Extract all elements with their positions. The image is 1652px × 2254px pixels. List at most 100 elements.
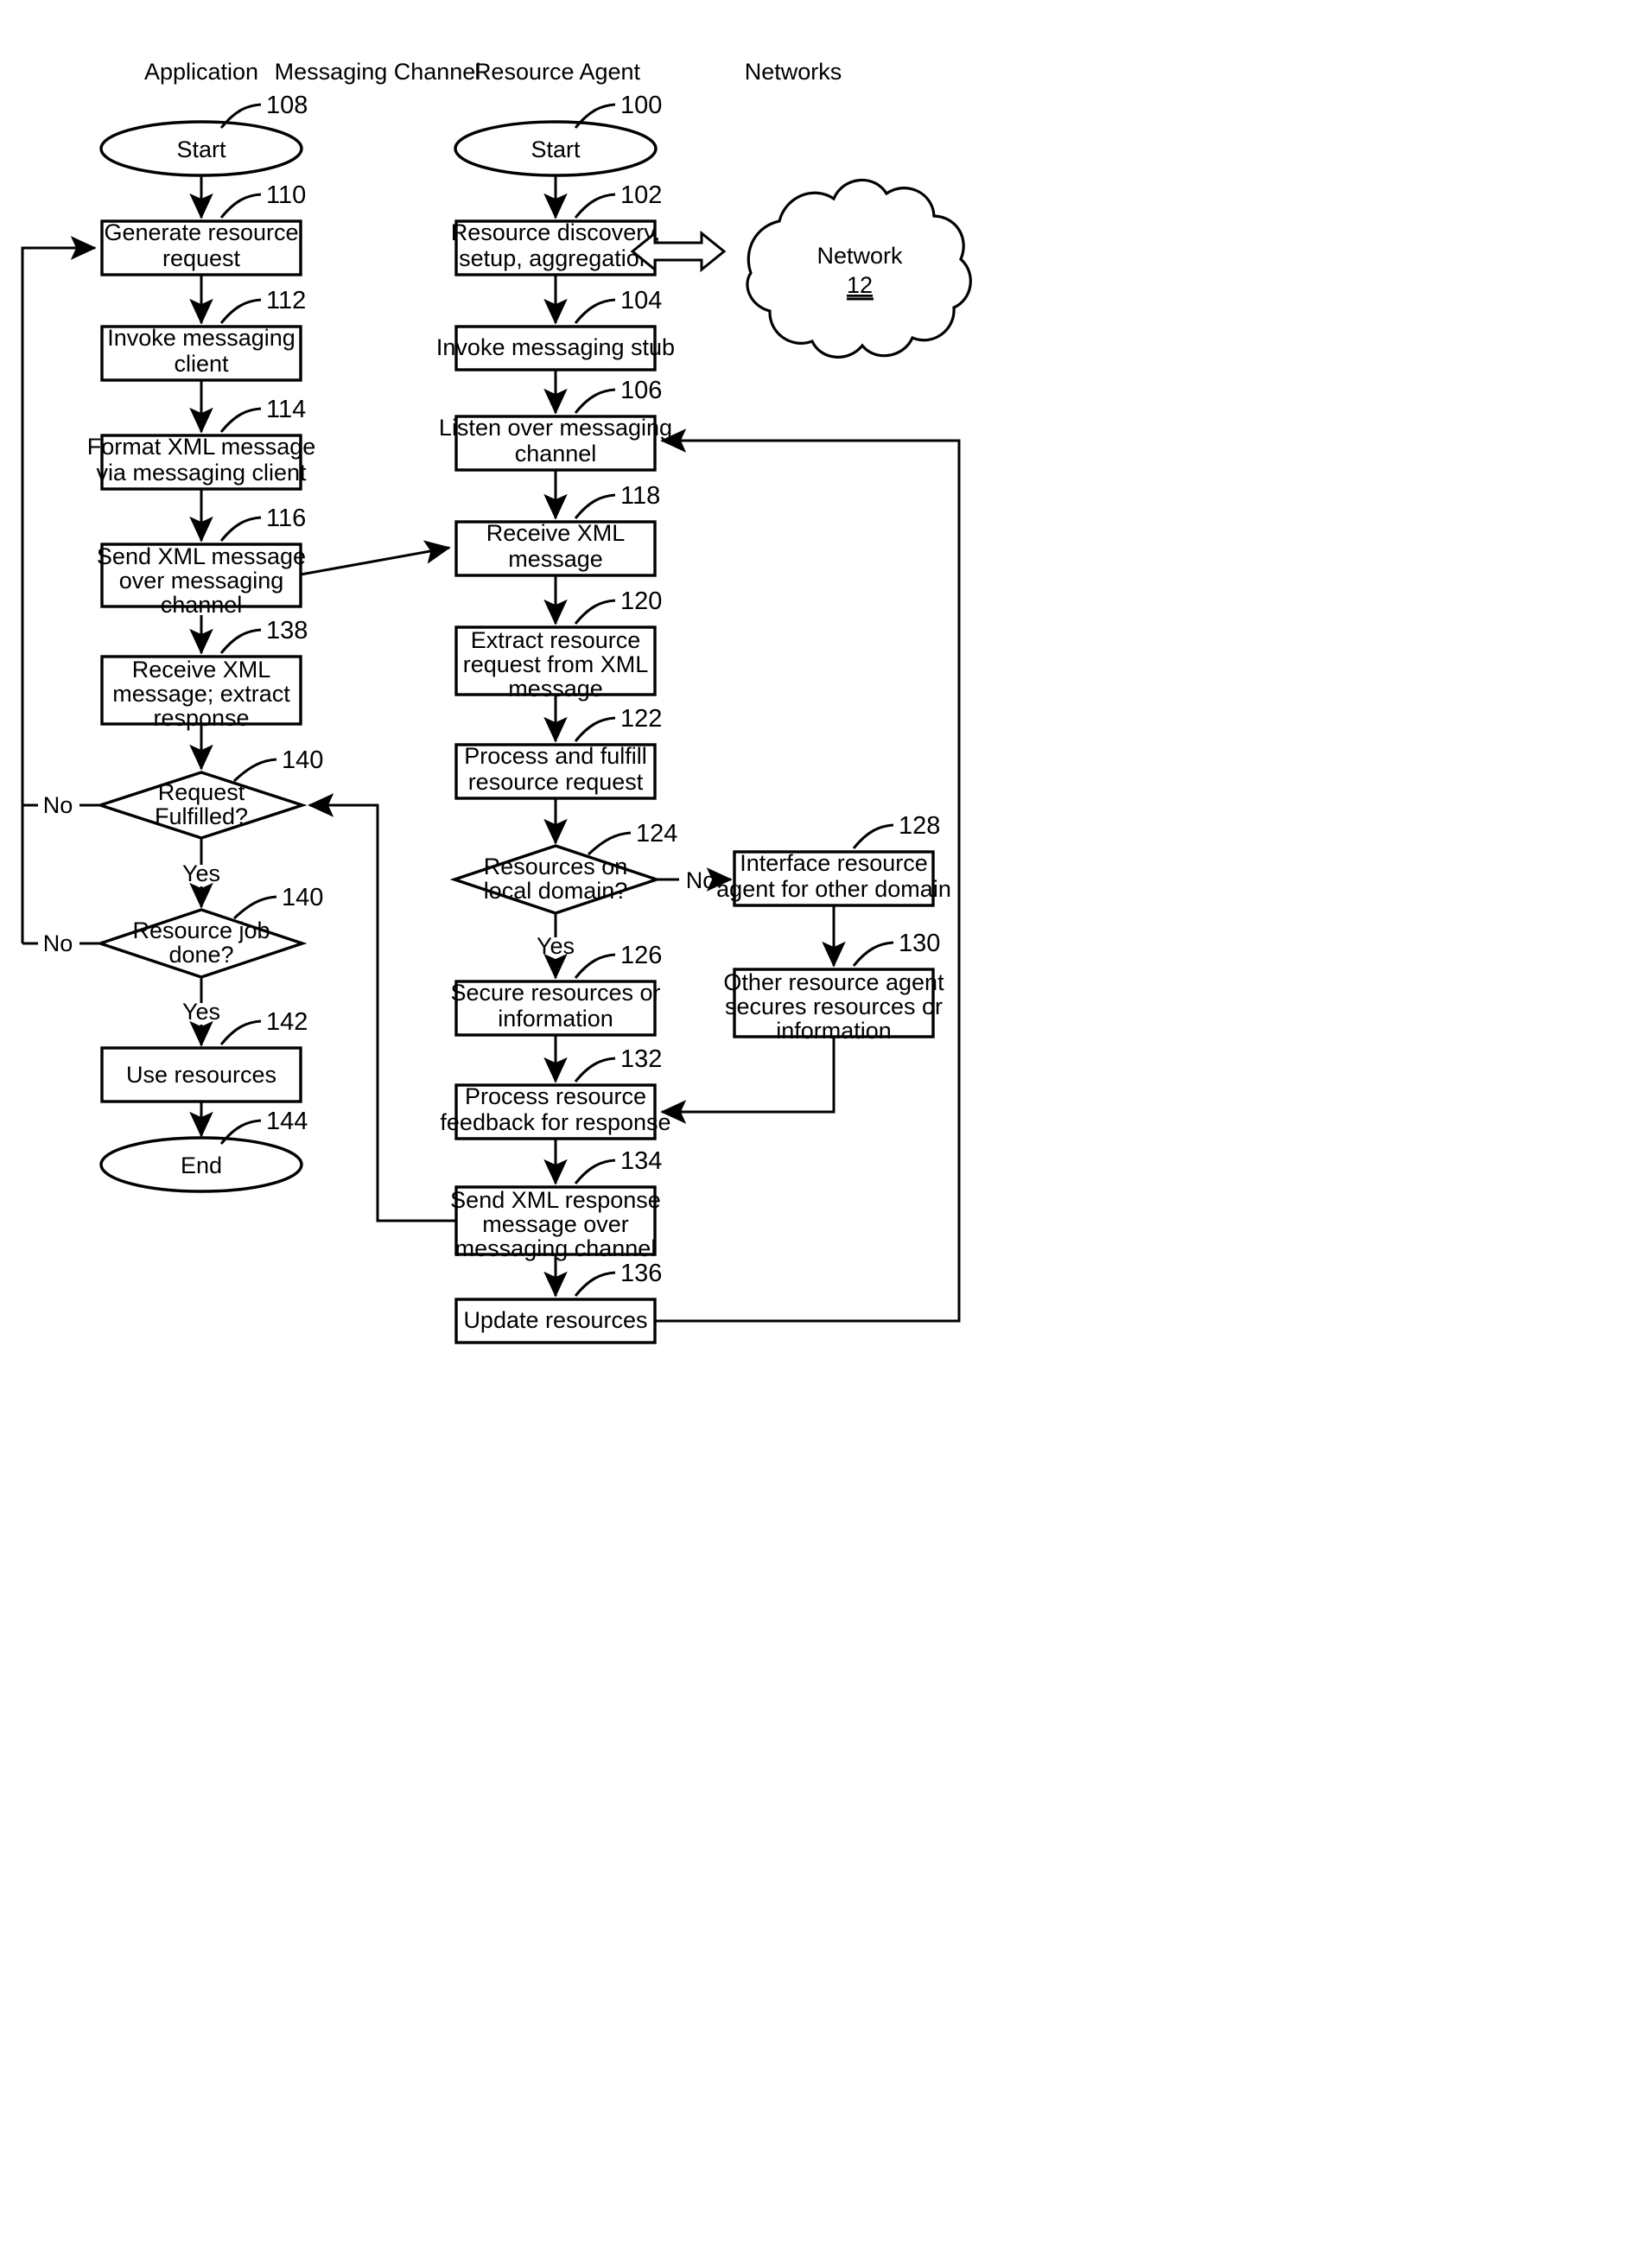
ref-122: 122	[620, 705, 662, 733]
network-bidirectional-arrow	[630, 230, 727, 273]
ref-126: 126	[620, 942, 662, 969]
app-end-label: End	[181, 1152, 222, 1178]
leader-120	[574, 599, 616, 625]
ref-118: 118	[620, 482, 660, 510]
agent-step-136-label: Update resources	[463, 1307, 647, 1333]
agent-step-128-line2: agent for other domain	[716, 876, 951, 902]
conn-no-rail-return-to-110	[21, 236, 97, 805]
figure-canvas: Application Messaging Channel Resource A…	[0, 0, 1652, 2254]
ref-124: 124	[636, 820, 677, 848]
agent-decision-124-line1: Resources on	[484, 854, 628, 879]
app-step-138-line2: message; extract	[112, 681, 290, 707]
ref-142: 142	[266, 1008, 308, 1036]
agent-step-102-line1: Resource discovery,	[451, 219, 661, 245]
column-header-networks: Networks	[745, 59, 842, 85]
leader-102	[574, 193, 616, 219]
ref-116: 116	[266, 505, 306, 532]
app-step-114-line1: Format XML message	[87, 434, 316, 460]
column-header-application: Application	[144, 59, 258, 85]
ref-130: 130	[899, 930, 940, 957]
agent-step-134-line1: Send XML response	[450, 1187, 661, 1213]
ref-136: 136	[620, 1260, 662, 1287]
edge-label-no-1: No	[43, 792, 73, 818]
ref-112: 112	[266, 287, 306, 314]
leader-134	[574, 1159, 616, 1184]
ref-144: 144	[266, 1108, 308, 1135]
leader-122	[574, 716, 616, 742]
app-decision-140a-line2: Fulfilled?	[155, 803, 248, 829]
leader-104	[574, 298, 616, 324]
app-decision-140b-line2: done?	[168, 942, 233, 968]
agent-step-118-line2: message	[508, 546, 603, 572]
agent-step-130-line1: Other resource agent	[723, 969, 944, 995]
leader-140b	[232, 895, 277, 920]
app-step-112-line1: Invoke messaging	[107, 325, 295, 351]
agent-step-106-line1: Listen over messaging	[439, 415, 672, 441]
ref-102: 102	[620, 181, 662, 209]
agent-step-120-line1: Extract resource	[471, 627, 641, 653]
leader-140a	[232, 758, 277, 783]
conn-116-to-118-cross	[300, 540, 451, 576]
agent-step-126-line1: Secure resources or	[450, 980, 660, 1006]
agent-step-118-line1: Receive XML	[486, 520, 626, 546]
leader-116	[219, 516, 262, 542]
ref-114: 114	[266, 396, 306, 423]
leader-128	[852, 823, 894, 849]
agent-start-label: Start	[531, 137, 581, 162]
agent-step-106-line2: channel	[515, 441, 597, 467]
agent-step-122-line1: Process and fulfill	[464, 743, 647, 769]
app-decision-140b-line1: Resource job	[132, 917, 270, 943]
ref-140b: 140	[282, 884, 323, 911]
conn-130-to-132	[660, 1037, 836, 1124]
agent-step-134-line2: message over	[482, 1211, 629, 1237]
ref-134: 134	[620, 1147, 662, 1175]
app-step-112-line2: client	[174, 351, 229, 377]
conn-134-to-140a	[308, 793, 456, 1222]
leader-110	[219, 193, 262, 219]
agent-decision-124-line2: local domain?	[484, 878, 628, 904]
agent-step-132-line2: feedback for response	[440, 1109, 670, 1135]
agent-step-126-line2: information	[498, 1006, 613, 1032]
agent-step-104-label: Invoke messaging stub	[436, 334, 675, 360]
column-header-resource-agent: Resource Agent	[474, 59, 641, 85]
agent-step-128-line1: Interface resource	[740, 850, 928, 876]
edge-label-no-2: No	[43, 930, 73, 956]
app-step-138-line1: Receive XML	[132, 657, 271, 683]
app-step-116-line3: channel	[161, 592, 243, 618]
ref-108: 108	[266, 92, 308, 119]
ref-140a: 140	[282, 746, 323, 774]
app-start-label: Start	[176, 137, 226, 162]
app-step-110-line2: request	[162, 245, 241, 271]
ref-100: 100	[620, 92, 662, 119]
agent-step-122-line2: resource request	[468, 769, 644, 795]
leader-136	[574, 1271, 616, 1297]
edge-label-no-3: No	[686, 867, 716, 893]
app-step-110-line1: Generate resource	[104, 219, 298, 245]
ref-104: 104	[620, 287, 662, 314]
flowchart-svg: Application Messaging Channel Resource A…	[21, 59, 972, 1344]
leader-112	[219, 298, 262, 324]
agent-step-120-line2: request from XML	[463, 651, 649, 677]
app-step-142-label: Use resources	[126, 1062, 276, 1088]
leader-118	[574, 493, 616, 519]
leader-142	[219, 1019, 262, 1045]
leader-106	[574, 388, 616, 414]
agent-step-132-line1: Process resource	[465, 1083, 646, 1109]
agent-step-102-line2: setup, aggregation	[459, 245, 652, 271]
ref-110: 110	[266, 181, 306, 209]
leader-138	[219, 628, 262, 654]
ref-132: 132	[620, 1045, 662, 1073]
ref-138: 138	[266, 617, 308, 644]
app-step-116-line2: over messaging	[119, 568, 284, 594]
app-decision-140a-line1: Request	[158, 779, 245, 805]
network-cloud-label: Network	[816, 243, 903, 269]
leader-132	[574, 1057, 616, 1083]
leader-124	[587, 831, 632, 856]
ref-120: 120	[620, 587, 662, 615]
leader-114	[219, 407, 262, 433]
app-step-116-line1: Send XML message	[97, 543, 306, 569]
leader-126	[574, 953, 616, 979]
ref-106: 106	[620, 377, 662, 404]
ref-128: 128	[899, 812, 940, 840]
leader-130	[852, 941, 894, 967]
